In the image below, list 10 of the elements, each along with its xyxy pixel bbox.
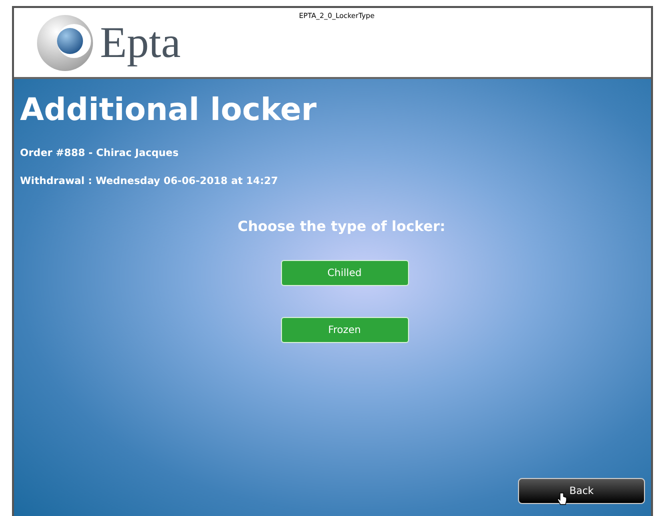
back-button[interactable]: Back (518, 478, 645, 504)
logo-icon (36, 14, 94, 72)
cursor-icon (557, 492, 567, 506)
order-text: Order #888 - Chirac Jacques (20, 147, 180, 161)
withdrawal-text: Withdrawal : Wednesday 06-06-2018 at 14:27 (20, 175, 279, 189)
page-heading: Additional locker (20, 95, 318, 126)
locker-type-button[interactable]: Chilled (280, 260, 408, 286)
prompt-text: Choose the type of locker: (238, 218, 446, 237)
locker-type-button[interactable]: Frozen (280, 317, 408, 343)
logo-text: Epta (100, 20, 181, 64)
